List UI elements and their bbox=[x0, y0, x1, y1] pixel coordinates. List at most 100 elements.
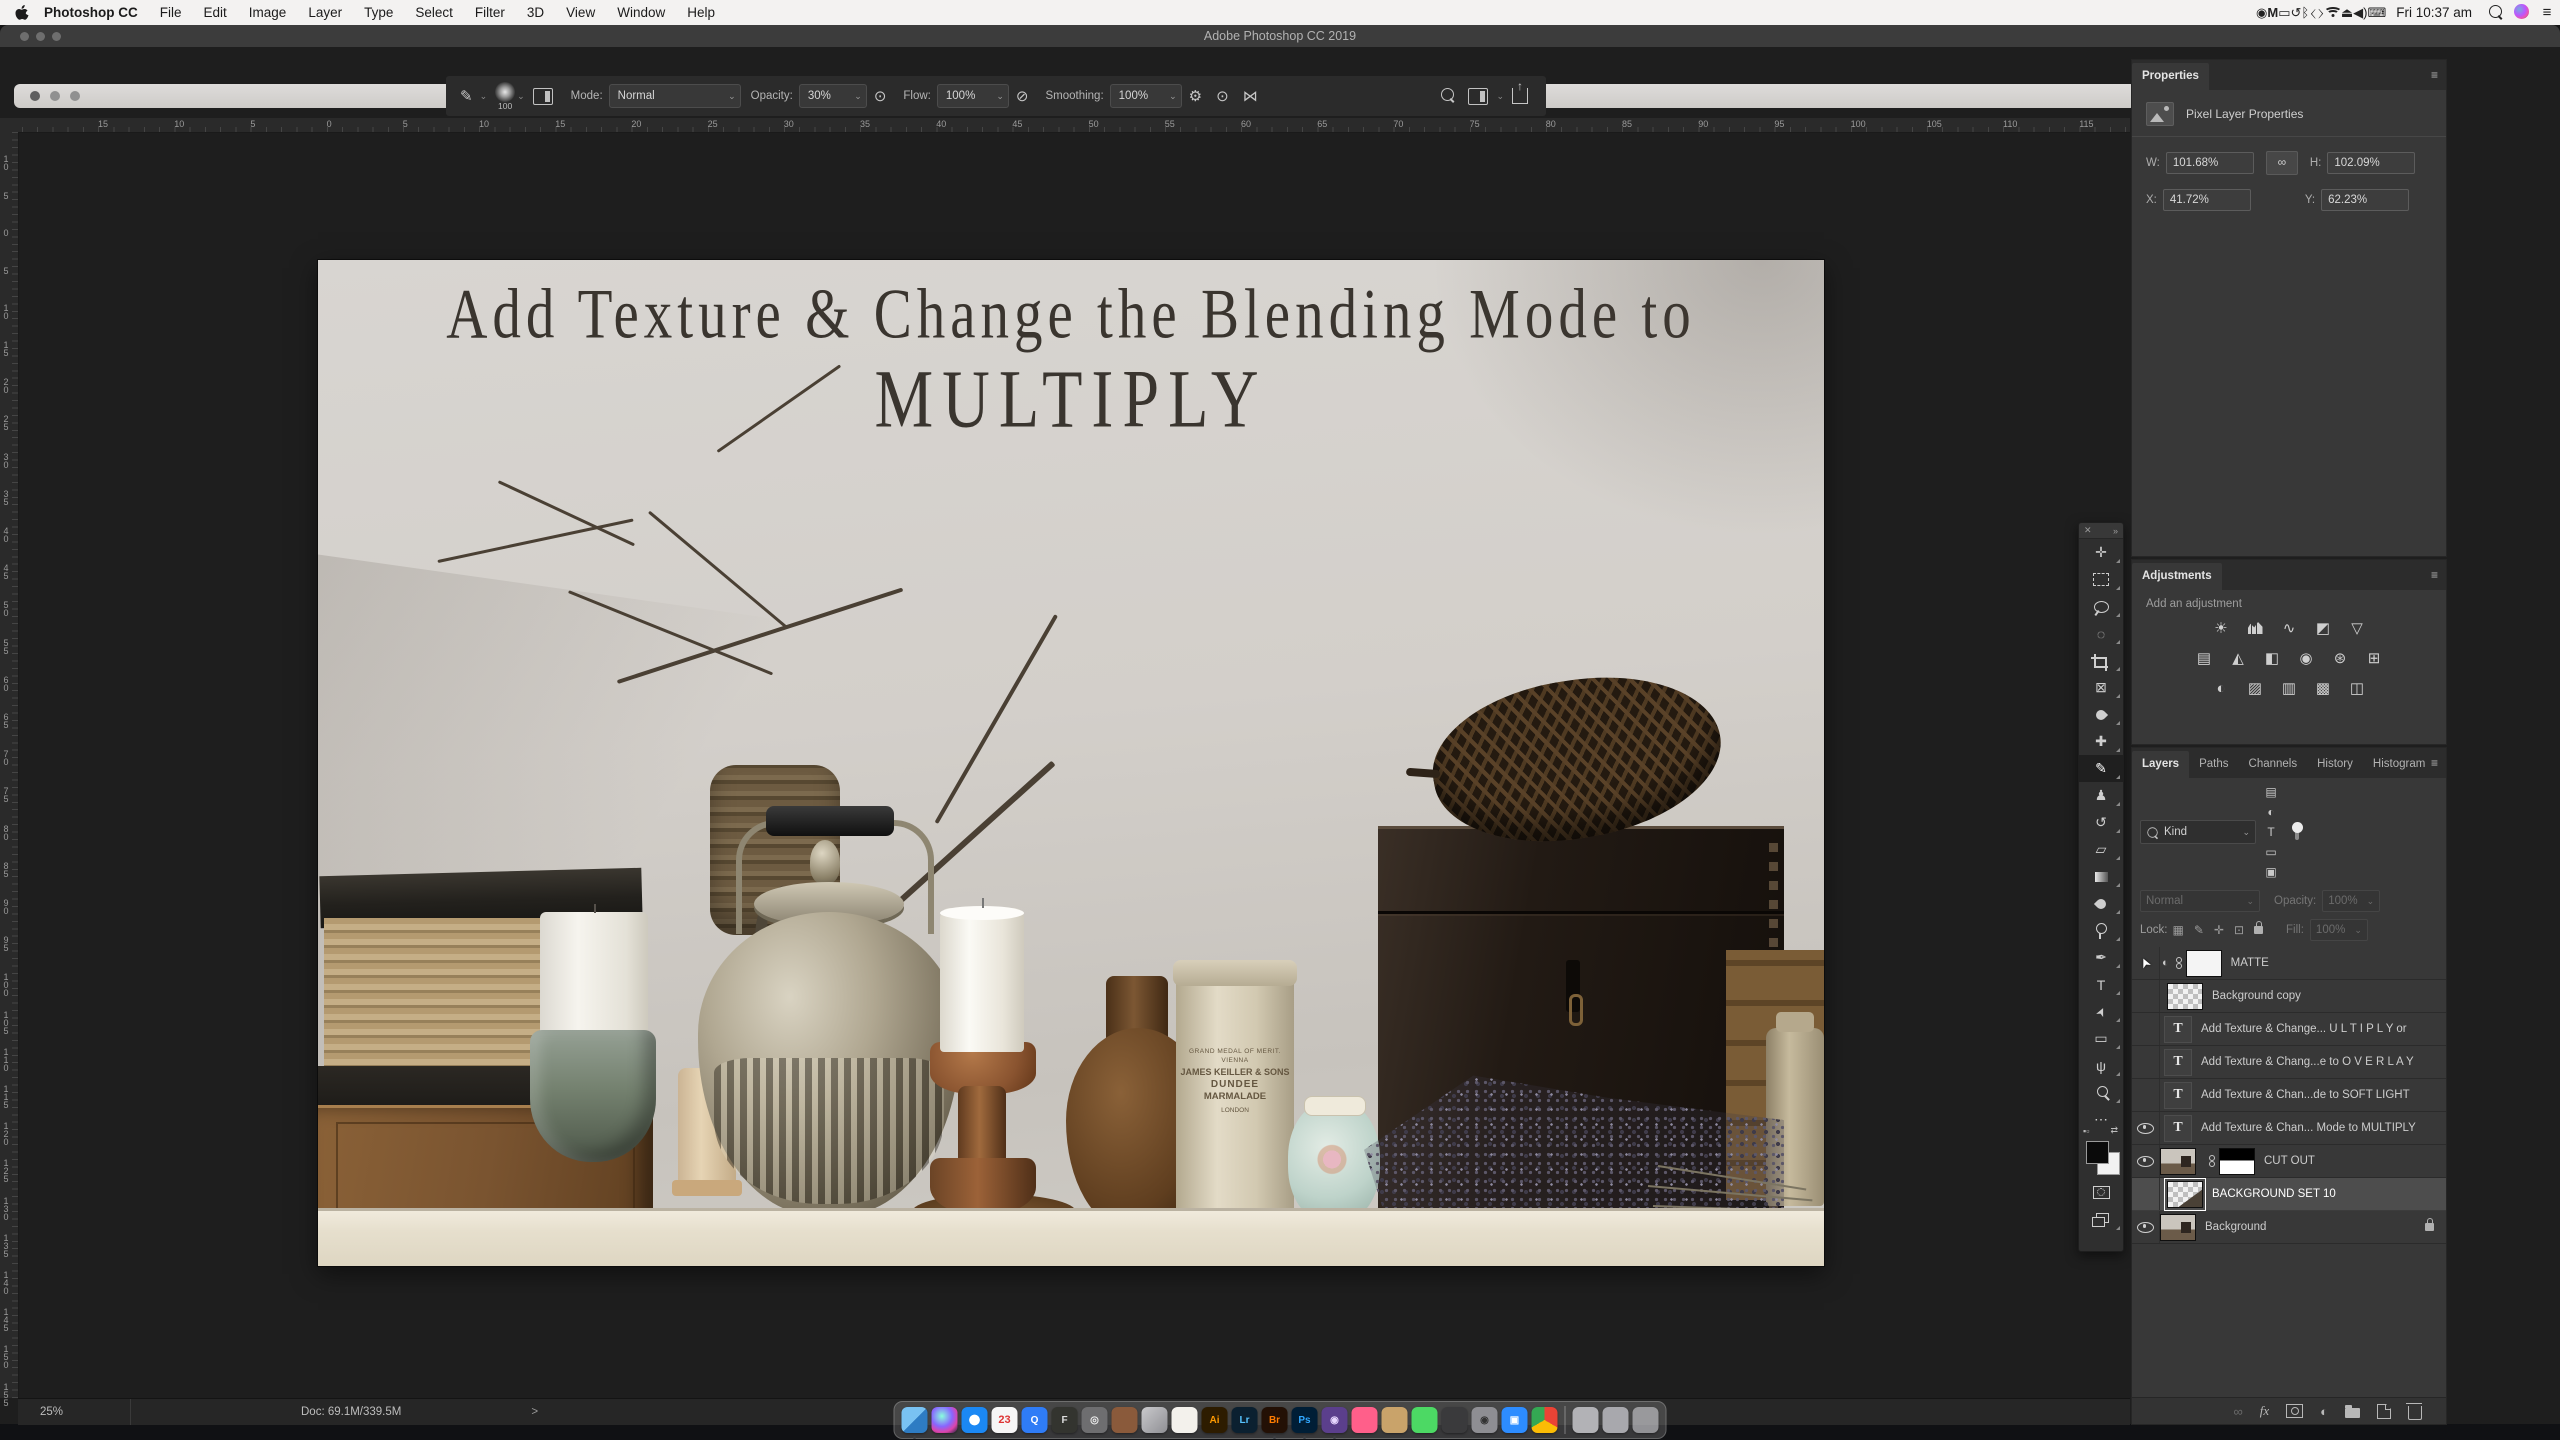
dock-green-app[interactable] bbox=[1412, 1407, 1438, 1433]
layer-row[interactable]: TAdd Texture & Chan... Mode to MULTIPLY bbox=[2132, 1112, 2446, 1145]
tab-histogram[interactable]: Histogram bbox=[2363, 751, 2435, 778]
layer-name[interactable]: CUT OUT bbox=[2264, 1155, 2315, 1167]
dock-media-player[interactable]: ◉ bbox=[1322, 1407, 1348, 1433]
dock-font-book[interactable]: F bbox=[1052, 1407, 1078, 1433]
adjustment-black-white[interactable]: ◧ bbox=[2259, 646, 2285, 670]
properties-menu-icon[interactable]: ≡ bbox=[2431, 68, 2438, 82]
adjustment-brightness-contrast[interactable]: ☀ bbox=[2208, 616, 2234, 640]
brush-settings-panel-toggle[interactable] bbox=[533, 88, 553, 105]
layer-row[interactable]: TAdd Texture & Chan...de to SOFT LIGHT bbox=[2132, 1079, 2446, 1112]
type-layer-filter-icon[interactable]: T bbox=[2259, 822, 2283, 842]
horizontal-ruler[interactable]: 1510505101520253035404550556065707580859… bbox=[18, 118, 2130, 133]
layers-blend-mode-select[interactable]: Normal⌄ bbox=[2140, 890, 2260, 912]
sidecar-display-icon[interactable]: ▭ bbox=[2278, 5, 2290, 20]
crop-tool[interactable] bbox=[2079, 647, 2123, 674]
dock-chrome[interactable] bbox=[1532, 1407, 1558, 1433]
workspace-switcher-icon[interactable] bbox=[1468, 88, 1488, 105]
layer-name[interactable]: Background bbox=[2205, 1221, 2266, 1233]
layer-name[interactable]: Add Texture & Change... U L T I P L Y or bbox=[2201, 1023, 2407, 1035]
new-adjustment-button[interactable]: ◐ bbox=[2320, 1404, 2328, 1419]
tab-history[interactable]: History bbox=[2307, 751, 2363, 778]
adjustment-channel-mixer[interactable]: ⊛ bbox=[2327, 646, 2353, 670]
x-field[interactable]: 41.72% bbox=[2163, 189, 2251, 211]
opacity-pressure-icon[interactable]: ⊙ bbox=[874, 87, 887, 105]
menu-edit[interactable]: Edit bbox=[193, 5, 238, 20]
shape-layer-filter-icon[interactable]: ▭ bbox=[2259, 842, 2283, 862]
history-brush-tool[interactable]: ↺ bbox=[2079, 809, 2123, 836]
add-mask-button[interactable] bbox=[2286, 1404, 2303, 1418]
layer-row[interactable]: TAdd Texture & Change... U L T I P L Y o… bbox=[2132, 1013, 2446, 1046]
malwarebytes-icon[interactable]: M bbox=[2267, 5, 2278, 20]
default-colors-icon[interactable]: ▪▫ bbox=[2083, 1126, 2089, 1136]
brush-preset-picker[interactable]: 100 bbox=[495, 82, 515, 102]
dock-pink-app[interactable] bbox=[1352, 1407, 1378, 1433]
path-selection-tool[interactable]: ➤ bbox=[2079, 998, 2123, 1025]
adjustment-levels[interactable] bbox=[2242, 616, 2268, 640]
dock-photoshop[interactable]: Ps bbox=[1292, 1407, 1318, 1433]
layer-row[interactable]: TAdd Texture & Chang...e to O V E R L A … bbox=[2132, 1046, 2446, 1079]
airbrush-icon[interactable]: ⊘ bbox=[1016, 87, 1029, 105]
code-brackets-icon[interactable]: ⟨⟩ bbox=[2309, 5, 2325, 20]
layers-opacity-select[interactable]: 100%⌄ bbox=[2322, 890, 2380, 912]
lock-all-icon[interactable] bbox=[2254, 926, 2263, 934]
menu-app-name[interactable]: Photoshop CC bbox=[33, 5, 149, 20]
dock-photos[interactable] bbox=[1142, 1407, 1168, 1433]
zoom-tool[interactable] bbox=[2079, 1079, 2123, 1106]
layer-thumbnail[interactable] bbox=[2160, 1214, 2196, 1241]
tools-collapse-icon[interactable]: » bbox=[2113, 526, 2118, 536]
window-close-button[interactable] bbox=[20, 32, 29, 41]
ruler-corner[interactable] bbox=[0, 118, 19, 133]
layer-effects-button[interactable]: fx bbox=[2260, 1403, 2269, 1419]
brush-picker-chevron[interactable]: ⌄ bbox=[517, 91, 525, 102]
dock-quicktime[interactable]: Q bbox=[1022, 1407, 1048, 1433]
type-tool[interactable]: T bbox=[2079, 971, 2123, 998]
share-icon[interactable] bbox=[1512, 88, 1528, 104]
dock-minimized-window-2[interactable] bbox=[1603, 1407, 1629, 1433]
menu-filter[interactable]: Filter bbox=[464, 5, 516, 20]
dodge-tool[interactable] bbox=[2079, 917, 2123, 944]
layer-mask-thumbnail[interactable] bbox=[2186, 950, 2222, 977]
adjustment-exposure[interactable]: ◩ bbox=[2310, 616, 2336, 640]
adjustment-threshold[interactable]: ▥ bbox=[2276, 676, 2302, 700]
layer-thumbnail[interactable] bbox=[2167, 983, 2203, 1010]
dock-camera-app[interactable]: ◎ bbox=[1082, 1407, 1108, 1433]
new-layer-button[interactable] bbox=[2377, 1404, 2391, 1419]
volume-icon[interactable]: ◀) bbox=[2353, 5, 2367, 20]
clone-stamp-tool[interactable]: ♟ bbox=[2079, 782, 2123, 809]
brush-tool[interactable]: ✎ bbox=[2079, 755, 2123, 782]
layer-visibility-cell[interactable] bbox=[2132, 1013, 2160, 1045]
adjustment-hue-saturation[interactable]: ▤ bbox=[2191, 646, 2217, 670]
lock-image-pixels-icon[interactable]: ✎ bbox=[2194, 923, 2204, 937]
dock-zoom-app[interactable]: ▣ bbox=[1502, 1407, 1528, 1433]
smoothing-select[interactable]: 100%⌄ bbox=[1110, 84, 1182, 108]
screen-mode-button[interactable] bbox=[2079, 1206, 2123, 1233]
adjustment-color-balance[interactable]: ◭ bbox=[2225, 646, 2251, 670]
quick-mask-button[interactable] bbox=[2079, 1179, 2123, 1206]
dock-minimized-window-1[interactable] bbox=[1573, 1407, 1599, 1433]
adjustment-posterize[interactable]: ▨ bbox=[2242, 676, 2268, 700]
adjustment-vibrance[interactable]: ▽ bbox=[2344, 616, 2370, 640]
blend-mode-select[interactable]: Normal⌄ bbox=[609, 84, 741, 108]
lock-artboard-icon[interactable]: ⊡ bbox=[2234, 923, 2244, 937]
quick-selection-tool[interactable]: ◌ bbox=[2079, 620, 2123, 647]
move-tool[interactable]: ✛ bbox=[2079, 539, 2123, 566]
link-layers-button[interactable]: ∞ bbox=[2233, 1404, 2242, 1419]
layer-visibility-cell[interactable] bbox=[2132, 980, 2160, 1012]
dock-calendar[interactable]: 23 bbox=[992, 1407, 1018, 1433]
tab-paths[interactable]: Paths bbox=[2189, 751, 2238, 778]
dock-lightroom[interactable]: Lr bbox=[1232, 1407, 1258, 1433]
menu-view[interactable]: View bbox=[555, 5, 606, 20]
layer-row[interactable]: Background copy bbox=[2132, 980, 2446, 1013]
adjustment-curves[interactable]: ∿ bbox=[2276, 616, 2302, 640]
tab-properties[interactable]: Properties bbox=[2132, 63, 2209, 90]
adjustment-invert[interactable]: ◐ bbox=[2208, 676, 2234, 700]
adjustment-layer-filter-icon[interactable]: ◐ bbox=[2259, 802, 2283, 822]
layer-visibility-cell[interactable] bbox=[2132, 1178, 2160, 1210]
dock-illustrator[interactable]: Ai bbox=[1202, 1407, 1228, 1433]
layer-row[interactable]: ➤◐MATTE bbox=[2132, 947, 2446, 980]
fill-select[interactable]: 100%⌄ bbox=[2310, 919, 2368, 941]
menu-window[interactable]: Window bbox=[606, 5, 676, 20]
window-zoom-button[interactable] bbox=[52, 32, 61, 41]
brush-tool-icon[interactable]: ✎ bbox=[460, 87, 473, 105]
layer-thumbnail[interactable] bbox=[2160, 1148, 2196, 1175]
